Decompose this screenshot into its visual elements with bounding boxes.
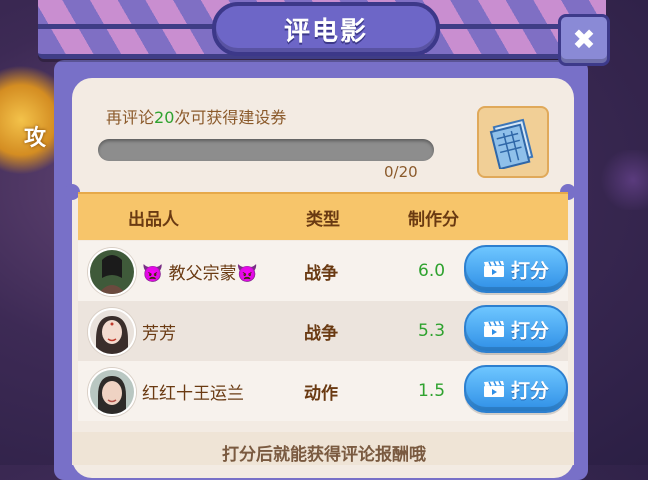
quest-progress-bar: [98, 139, 434, 161]
footer-hint: 打分后就能获得评论报酬哦: [222, 445, 426, 465]
genre-label: 动作: [304, 384, 338, 404]
film-clapper-icon: [483, 380, 504, 397]
rate-button[interactable]: 打分: [464, 245, 568, 293]
avatar: [88, 368, 136, 416]
quest-prefix: 再评论: [106, 108, 155, 127]
header-score: 制作分: [408, 209, 459, 230]
film-clapper-icon: [483, 320, 504, 337]
quest-description: 再评论20次可获得建设券: [106, 104, 286, 128]
avatar: [88, 308, 136, 356]
score-value: 6.0: [418, 261, 446, 281]
quest-progress-label: 0/20: [384, 163, 418, 181]
rate-button[interactable]: 打分: [464, 365, 568, 413]
construction-voucher-icon: [489, 118, 534, 169]
score-value: 1.5: [418, 381, 446, 401]
close-x-icon: ✖: [572, 23, 596, 56]
rate-button[interactable]: 打分: [464, 305, 568, 353]
table-row: 芳芳 战争 5.3 打分: [78, 301, 568, 361]
producer-name: 红红十王运兰: [142, 384, 244, 404]
avatar: [88, 248, 136, 296]
header-producer: 出品人: [128, 209, 179, 230]
background-label: 攻: [24, 126, 47, 151]
genre-label: 战争: [304, 324, 338, 344]
table-header: 出品人 类型 制作分: [78, 192, 568, 240]
score-value: 5.3: [418, 321, 446, 341]
dialog-title: 评电影: [283, 16, 368, 47]
table-row: 👿 教父宗蒙👿 战争 6.0 打分: [78, 241, 568, 301]
producer-name: 👿 教父宗蒙👿: [142, 264, 258, 284]
close-button[interactable]: ✖: [558, 14, 610, 66]
rate-button-label: 打分: [510, 319, 549, 342]
quest-count: 20: [154, 108, 175, 127]
rate-button-label: 打分: [510, 259, 549, 282]
header-genre: 类型: [306, 209, 340, 230]
film-clapper-icon: [483, 260, 504, 277]
background-decoration-right: [598, 150, 648, 210]
genre-label: 战争: [304, 264, 338, 284]
reward-item[interactable]: [477, 106, 549, 178]
producer-name: 芳芳: [142, 324, 176, 344]
quest-suffix: 次可获得建设券: [174, 108, 287, 127]
title-plate: 评电影: [212, 2, 440, 56]
rate-button-label: 打分: [510, 379, 549, 402]
table-row: 红红十王运兰 动作 1.5 打分: [78, 361, 568, 421]
